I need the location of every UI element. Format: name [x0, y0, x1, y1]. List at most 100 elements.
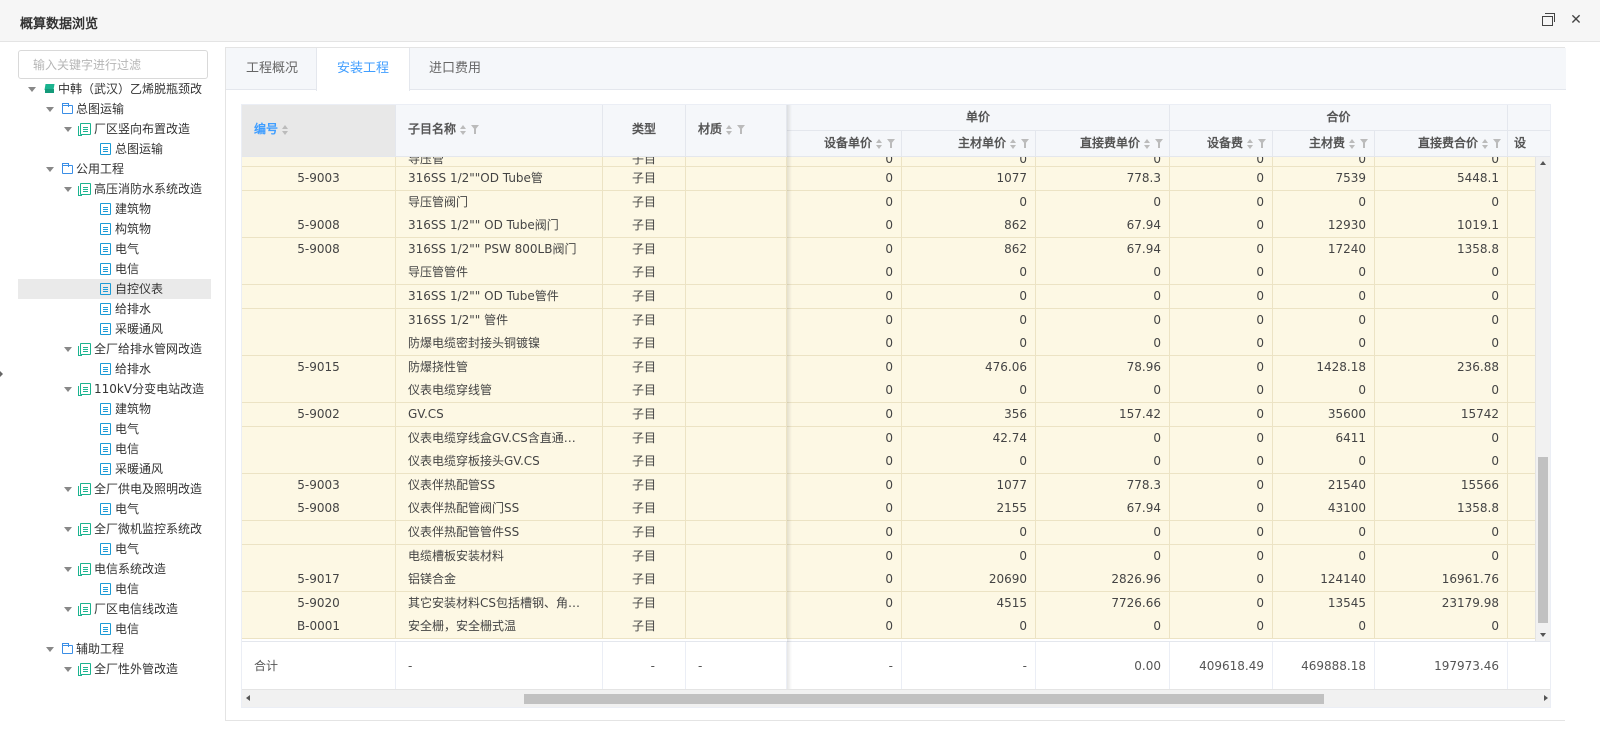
tree-node[interactable]: 公用工程: [18, 159, 211, 179]
tree-node[interactable]: 给排水: [18, 299, 211, 319]
tree-node[interactable]: 电气: [18, 499, 211, 519]
table-row[interactable]: 5-9020 其它安装材料CS包括槽钢、角… 子目 0 4515 7726.66 0 1354…: [242, 592, 1550, 616]
table-row[interactable]: 5-9003 仪表伴热配管SS 子目 0 1077 778.3 0 21540 15566: [242, 474, 1550, 498]
tree-node[interactable]: 采暖通风: [18, 459, 211, 479]
tree-node[interactable]: 全厂供电及照明改造: [18, 479, 211, 499]
tree-node[interactable]: 全厂性外管改造: [18, 659, 211, 679]
filter-icon[interactable]: [1360, 139, 1368, 148]
tree-node[interactable]: 厂区电信线改造: [18, 599, 211, 619]
sort-icon[interactable]: [876, 138, 883, 149]
table-row[interactable]: 仪表电缆穿板接头GV.CS 子目 0 0 0 0 0 0: [242, 450, 1550, 474]
table-row[interactable]: 5-9008 316SS 1/2"" PSW 800LB阀门 子目 0 862 67.94…: [242, 238, 1550, 262]
filter-icon[interactable]: [887, 139, 895, 148]
horizontal-scroll-thumb[interactable]: [524, 694, 1324, 704]
tree-node[interactable]: 构筑物: [18, 219, 211, 239]
table-row[interactable]: 5-9008 仪表伴热配管阀门SS 子目 0 2155 67.94 0 43100 1358.8: [242, 497, 1550, 521]
tree-node[interactable]: 高压消防水系统改造: [18, 179, 211, 199]
table-row[interactable]: 5-9015 防爆挠性管 子目 0 476.06 78.96 0 1428.18 236.88: [242, 356, 1550, 380]
caret-down-icon[interactable]: [64, 347, 72, 352]
sort-icon[interactable]: [726, 124, 733, 135]
tree-node[interactable]: 自控仪表: [18, 279, 211, 299]
tree-node[interactable]: 电信: [18, 439, 211, 459]
table-row[interactable]: 仪表伴热配管管件SS 子目 0 0 0 0 0 0: [242, 521, 1550, 545]
column-header-name[interactable]: 子目名称: [396, 105, 603, 157]
column-header-direct-total[interactable]: 直接费合价: [1375, 131, 1508, 157]
column-header-code[interactable]: 编号: [242, 105, 396, 157]
restore-icon[interactable]: [1540, 12, 1556, 28]
tree-node[interactable]: 辅助工程: [18, 639, 211, 659]
table-row[interactable]: 316SS 1/2"" OD Tube管件 子目 0 0 0 0 0 0: [242, 285, 1550, 309]
caret-down-icon[interactable]: [64, 487, 72, 492]
filter-icon[interactable]: [1155, 139, 1163, 148]
table-row[interactable]: 316SS 1/2"" 管件 子目 0 0 0 0 0 0: [242, 309, 1550, 333]
tab-overview[interactable]: 工程概况: [226, 48, 318, 90]
tree-node[interactable]: 110kV分变电站改造: [18, 379, 211, 399]
scroll-up-icon[interactable]: [1540, 161, 1546, 165]
sort-icon[interactable]: [1247, 138, 1254, 149]
tree-node[interactable]: 全厂微机监控系统改: [18, 519, 211, 539]
table-row[interactable]: 5-9017 铝镁合金 子目 0 20690 2826.96 0 124140 16961.76: [242, 568, 1550, 592]
table-row[interactable]: 仪表电缆穿线管 子目 0 0 0 0 0 0: [242, 379, 1550, 403]
sort-icon[interactable]: [282, 124, 289, 135]
tree-node[interactable]: 电信系统改造: [18, 559, 211, 579]
tree-node[interactable]: 建筑物: [18, 199, 211, 219]
column-header-type[interactable]: 类型: [603, 105, 686, 157]
tree-node[interactable]: 电信: [18, 259, 211, 279]
sort-icon[interactable]: [460, 124, 467, 135]
tree-node[interactable]: 电气: [18, 239, 211, 259]
scroll-down-icon[interactable]: [1540, 633, 1546, 637]
table-row[interactable]: 导压管管件 子目 0 0 0 0 0 0: [242, 261, 1550, 285]
column-header-direct-unit[interactable]: 直接费单价: [1036, 131, 1170, 157]
tree-node[interactable]: 电信: [18, 579, 211, 599]
scroll-right-icon[interactable]: [1544, 695, 1548, 701]
tree-node[interactable]: 建筑物: [18, 399, 211, 419]
table-row[interactable]: 5-9003 316SS 1/2""OD Tube管 子目 0 1077 778.3 0 75…: [242, 167, 1550, 191]
table-row[interactable]: 电缆槽板安装材料 子目 0 0 0 0 0 0: [242, 545, 1550, 569]
tree-filter-input[interactable]: [18, 50, 208, 79]
caret-down-icon[interactable]: [64, 527, 72, 532]
table-row[interactable]: 导压管 子目 0 0 0 0 0 0: [242, 157, 1550, 167]
column-header-main-unit[interactable]: 主材单价: [902, 131, 1036, 157]
tree-node[interactable]: 电气: [18, 419, 211, 439]
tab-installation[interactable]: 安装工程: [316, 48, 411, 91]
caret-down-icon[interactable]: [64, 387, 72, 392]
table-row[interactable]: 仪表电缆穿线盒GV.CS含直通… 子目 0 42.74 0 0 6411 0: [242, 427, 1550, 451]
filter-icon[interactable]: [1258, 139, 1266, 148]
filter-icon[interactable]: [471, 125, 480, 134]
tree-node[interactable]: 采暖通风: [18, 319, 211, 339]
caret-down-icon[interactable]: [64, 187, 72, 192]
panel-expand-arrow-icon[interactable]: [0, 371, 3, 377]
tree-node[interactable]: 电信: [18, 619, 211, 639]
scroll-left-icon[interactable]: [246, 695, 250, 701]
vertical-scroll-thumb[interactable]: [1538, 457, 1548, 623]
caret-down-icon[interactable]: [28, 87, 36, 92]
caret-down-icon[interactable]: [64, 607, 72, 612]
tree-node[interactable]: 总图运输: [18, 99, 211, 119]
horizontal-scrollbar[interactable]: [242, 689, 1550, 707]
caret-down-icon[interactable]: [46, 167, 54, 172]
tree-node[interactable]: 厂区竖向布置改造: [18, 119, 211, 139]
filter-icon[interactable]: [1493, 139, 1501, 148]
column-header-material[interactable]: 材质: [686, 105, 787, 157]
column-header-equip-total[interactable]: 设备费: [1170, 131, 1273, 157]
table-row[interactable]: 防爆电缆密封接头铜镀镍 子目 0 0 0 0 0 0: [242, 332, 1550, 356]
table-row[interactable]: 5-9002 GV.CS 子目 0 356 157.42 0 35600 15742: [242, 403, 1550, 427]
caret-down-icon[interactable]: [64, 567, 72, 572]
vertical-scrollbar[interactable]: [1535, 157, 1550, 641]
column-header-overflow[interactable]: 设: [1508, 131, 1550, 157]
filter-icon[interactable]: [737, 125, 746, 134]
close-icon[interactable]: ✕: [1568, 12, 1584, 28]
filter-icon[interactable]: [1021, 139, 1029, 148]
caret-down-icon[interactable]: [46, 107, 54, 112]
sort-icon[interactable]: [1482, 138, 1489, 149]
tree-node[interactable]: 中韩（武汉）乙烯脱瓶颈改: [18, 79, 211, 99]
tree-node[interactable]: 全厂给排水管网改造: [18, 339, 211, 359]
tab-import-fees[interactable]: 进口费用: [409, 48, 501, 90]
tree-node[interactable]: 电气: [18, 539, 211, 559]
caret-down-icon[interactable]: [64, 667, 72, 672]
sort-icon[interactable]: [1010, 138, 1017, 149]
table-row[interactable]: 导压管阀门 子目 0 0 0 0 0 0: [242, 191, 1550, 215]
sort-icon[interactable]: [1144, 138, 1151, 149]
caret-down-icon[interactable]: [64, 127, 72, 132]
column-header-main-total[interactable]: 主材费: [1273, 131, 1375, 157]
